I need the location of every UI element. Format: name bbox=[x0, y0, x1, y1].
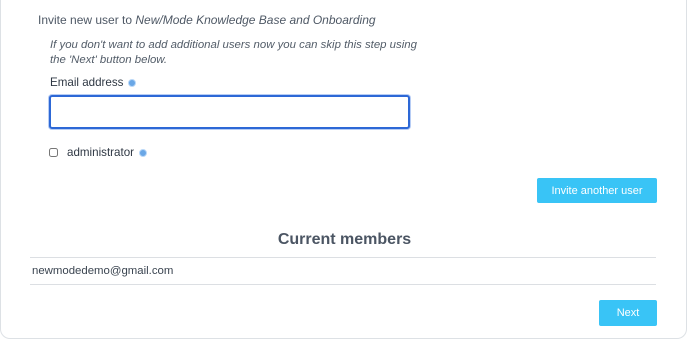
email-label: Email address bbox=[50, 76, 124, 89]
administrator-info-icon[interactable] bbox=[139, 148, 148, 157]
member-email: newmodedemo@gmail.com bbox=[32, 265, 174, 277]
administrator-checkbox[interactable] bbox=[49, 148, 58, 157]
invite-another-user-button[interactable]: Invite another user bbox=[537, 178, 657, 203]
invite-heading: Invite new user to New/Mode Knowledge Ba… bbox=[38, 13, 376, 27]
administrator-row: administrator bbox=[49, 146, 148, 159]
administrator-label[interactable]: administrator bbox=[67, 146, 134, 159]
email-info-icon[interactable] bbox=[128, 78, 137, 87]
invite-heading-prefix: Invite new user to bbox=[38, 13, 136, 27]
workspace-name: New/Mode Knowledge Base and Onboarding bbox=[135, 13, 376, 27]
email-label-row: Email address bbox=[50, 76, 137, 89]
current-members-title: Current members bbox=[277, 231, 412, 248]
next-button[interactable]: Next bbox=[599, 300, 657, 326]
skip-help-text: If you don't want to add additional user… bbox=[50, 39, 417, 66]
invite-users-panel: Invite new user to New/Mode Knowledge Ba… bbox=[0, 0, 687, 339]
email-input[interactable] bbox=[49, 95, 410, 129]
members-top-divider bbox=[30, 257, 656, 258]
members-bottom-divider bbox=[30, 284, 656, 285]
